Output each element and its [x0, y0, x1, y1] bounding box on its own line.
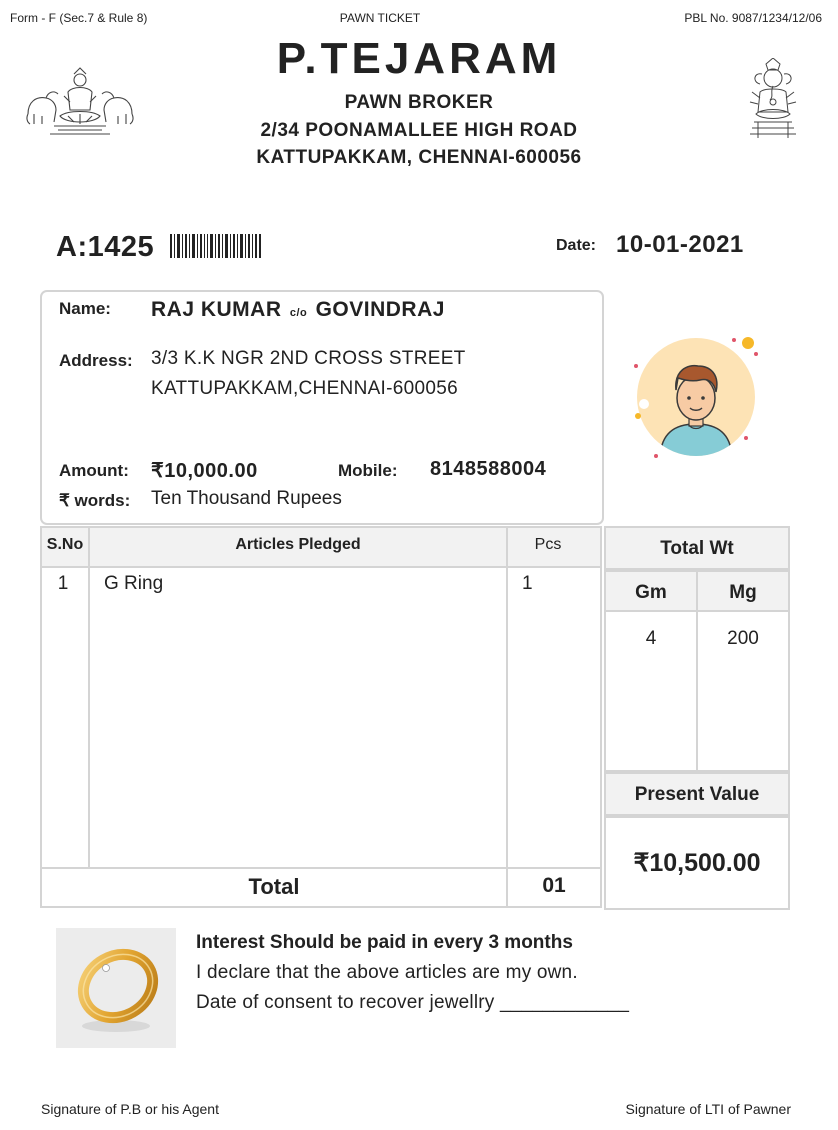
- signature-pawner: Signature of LTI of Pawner: [625, 1101, 792, 1117]
- amount-label: Amount:: [59, 461, 129, 480]
- amount-in-words: Ten Thousand Rupees: [151, 488, 342, 509]
- present-value-label: Present Value: [634, 784, 760, 805]
- loan-amount: ₹10,000.00: [151, 460, 258, 482]
- business-type: PAWN BROKER: [344, 92, 494, 113]
- gm-label: Gm: [635, 582, 667, 603]
- present-value: ₹10,500.00: [633, 849, 761, 877]
- col-divider-pcs: [506, 528, 508, 906]
- customer-address-line1: 3/3 K.K NGR 2ND CROSS STREET: [151, 348, 466, 369]
- consent-text: Date of consent to recover jewellry ____…: [196, 992, 630, 1013]
- care-of: c/o: [289, 307, 308, 319]
- row-article: G Ring: [104, 573, 164, 594]
- weight-gm: 4: [645, 628, 657, 649]
- mobile-label: Mobile:: [338, 461, 398, 480]
- col-divider-sno: [88, 528, 90, 868]
- doc-type: PAWN TICKET: [339, 11, 421, 25]
- total-label: Total: [248, 874, 300, 899]
- license-number: PBL No. 9087/1234/12/06: [684, 11, 822, 25]
- mobile-number: 8148588004: [430, 458, 547, 480]
- customer-address-line2: KATTUPAKKAM,CHENNAI-600056: [151, 378, 458, 399]
- col-header-pcs: Pcs: [534, 536, 562, 553]
- weight-mg: 200: [727, 628, 759, 649]
- ticket-number: A:1425: [56, 231, 155, 263]
- mg-label: Mg: [729, 582, 757, 603]
- gold-ring-photo: [56, 928, 176, 1048]
- barcode-icon: [170, 234, 262, 258]
- declaration-text: I declare that the above articles are my…: [196, 962, 578, 983]
- total-divider: [42, 867, 600, 869]
- col-header-articles: Articles Pledged: [235, 536, 361, 553]
- date-label: Date:: [556, 237, 597, 254]
- total-pcs: 01: [542, 874, 566, 897]
- header-divider: [42, 566, 600, 568]
- total-wt-title: Total Wt: [660, 538, 734, 559]
- business-address-line1: 2/34 POONAMALLEE HIGH ROAD: [260, 120, 578, 141]
- customer-name: RAJ KUMAR: [151, 298, 282, 321]
- business-name: P.TEJARAM: [276, 34, 562, 83]
- user-avatar: [630, 334, 762, 460]
- signature-pb: Signature of P.B or his Agent: [41, 1101, 219, 1117]
- name-label: Name:: [59, 299, 111, 318]
- ticket-date: 10-01-2021: [616, 231, 744, 258]
- business-address-line2: KATTUPAKKAM, CHENNAI-600056: [256, 147, 582, 168]
- words-label: ₹ words:: [59, 491, 131, 510]
- row-pcs: 1: [522, 573, 533, 594]
- customer-name-line: RAJ KUMAR c/o GOVINDRAJ: [151, 298, 445, 322]
- address-label: Address:: [59, 351, 133, 370]
- col-header-sno: S.No: [46, 536, 84, 553]
- guardian-name: GOVINDRAJ: [315, 298, 445, 321]
- interest-note: Interest Should be paid in every 3 month…: [196, 932, 573, 953]
- row-sno: 1: [57, 573, 69, 594]
